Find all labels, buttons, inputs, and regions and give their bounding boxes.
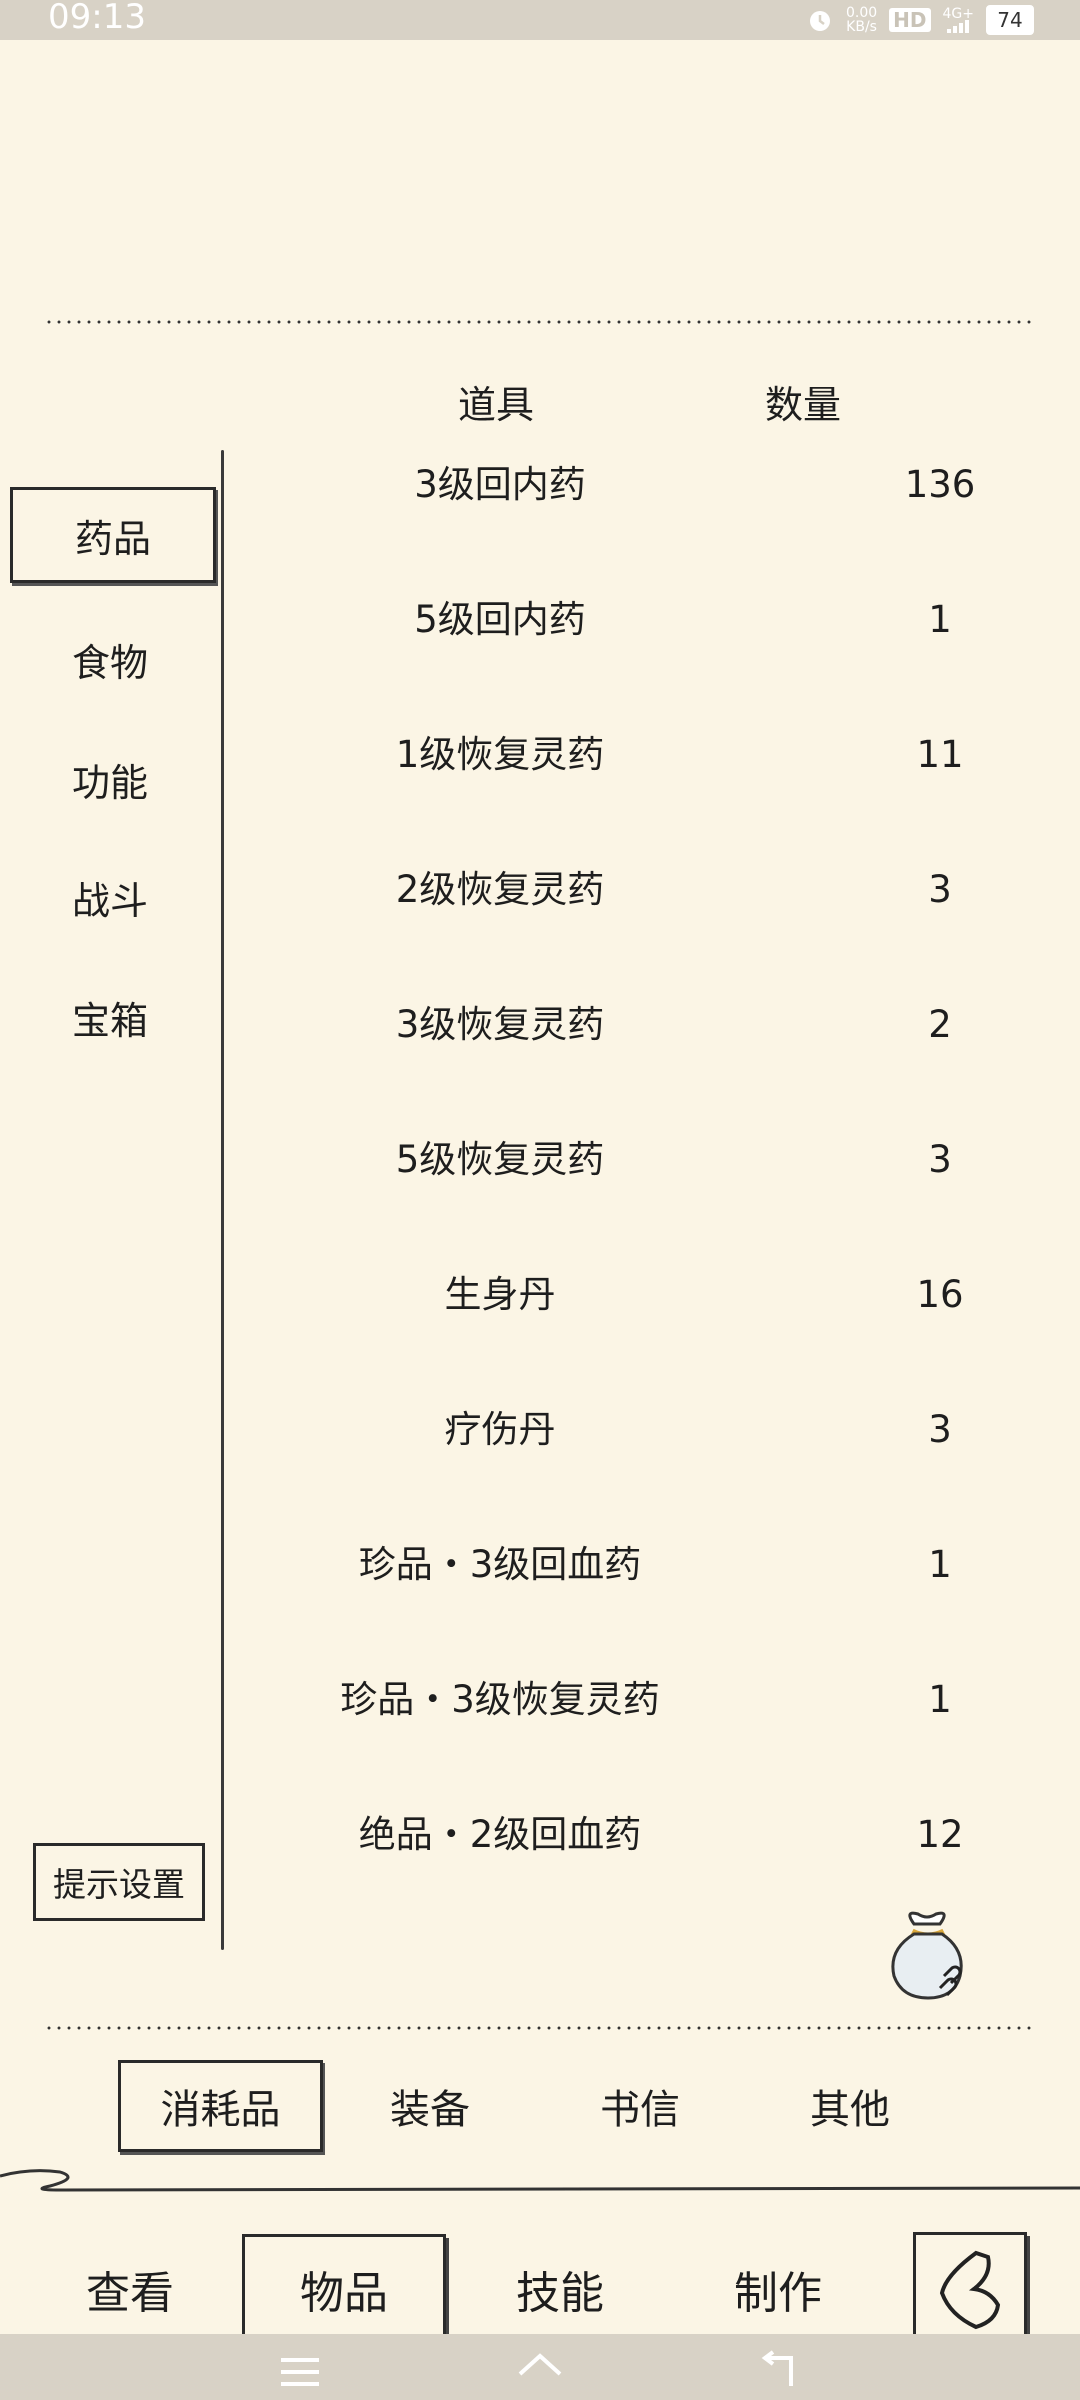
back-button[interactable] (913, 2232, 1027, 2346)
signal-indicator: 4G+ (942, 5, 975, 33)
menu-icon (281, 2358, 319, 2386)
item-quantity: 136 (904, 463, 976, 506)
item-row[interactable]: 珍品・3级恢复灵药 1 (240, 1660, 1060, 1740)
item-row[interactable]: 生身丹 16 (240, 1255, 1060, 1335)
item-name: 绝品・2级回血药 (358, 1813, 642, 1856)
item-row[interactable]: 1级恢复灵药 11 (240, 715, 1060, 795)
tab-view[interactable]: 查看 (40, 2234, 220, 2344)
tab-skills[interactable]: 技能 (470, 2234, 650, 2344)
nav-back-button[interactable] (738, 2344, 818, 2400)
item-row[interactable]: 5级回内药 1 (240, 580, 1060, 660)
item-row[interactable]: 绝品・2级回血药 12 (240, 1795, 1060, 1875)
item-quantity: 3 (928, 1408, 952, 1451)
column-header-quantity: 数量 (765, 383, 842, 427)
item-quantity: 1 (928, 1678, 952, 1721)
status-icons: 0.00 KB/s HD 4G+ 74 (806, 4, 1034, 36)
item-name: 1级恢复灵药 (395, 733, 605, 776)
item-quantity: 12 (916, 1813, 964, 1856)
system-nav-bar (0, 2334, 1080, 2400)
top-divider (44, 320, 1036, 324)
nav-menu-button[interactable] (260, 2344, 340, 2400)
category-function[interactable]: 功能 (10, 734, 210, 824)
net-speed: 0.00 KB/s (845, 5, 878, 35)
item-quantity: 2 (928, 1003, 952, 1046)
alarm-icon (809, 11, 830, 31)
tab-items[interactable]: 物品 (242, 2234, 446, 2344)
bottom-divider (44, 2026, 1036, 2030)
tab-equipment[interactable]: 装备 (340, 2060, 520, 2152)
category-food[interactable]: 食物 (10, 614, 210, 704)
item-quantity: 3 (928, 1138, 952, 1181)
item-row[interactable]: 疗伤丹 3 (240, 1390, 1060, 1470)
item-quantity: 1 (928, 1543, 952, 1586)
item-quantity: 16 (916, 1273, 964, 1316)
item-row[interactable]: 3级回内药 136 (240, 445, 1060, 525)
item-name: 2级恢复灵药 (395, 868, 605, 911)
tab-craft[interactable]: 制作 (688, 2234, 868, 2344)
nav-home-button[interactable] (500, 2344, 580, 2400)
item-quantity: 11 (916, 733, 964, 776)
hint-settings-button[interactable]: 提示设置 (33, 1843, 205, 1921)
home-icon (518, 2353, 562, 2376)
item-bag-icon[interactable] (884, 1910, 970, 2006)
back-arrow-icon (939, 2250, 1001, 2330)
category-battle[interactable]: 战斗 (10, 852, 210, 942)
item-row[interactable]: 2级恢复灵药 3 (240, 850, 1060, 930)
battery-icon: 74 (986, 5, 1034, 35)
hd-badge: HD (889, 8, 931, 32)
item-name: 5级恢复灵药 (395, 1138, 605, 1181)
network-type: 4G+ (942, 5, 975, 22)
item-row[interactable]: 珍品・3级回血药 1 (240, 1525, 1060, 1605)
item-row[interactable]: 3级恢复灵药 2 (240, 985, 1060, 1065)
category-chest[interactable]: 宝箱 (10, 972, 210, 1062)
tab-consumables[interactable]: 消耗品 (118, 2060, 323, 2152)
tab-others[interactable]: 其他 (760, 2060, 940, 2152)
item-name: 疗伤丹 (444, 1408, 556, 1451)
item-name: 珍品・3级回血药 (358, 1543, 642, 1586)
item-quantity: 1 (928, 598, 952, 641)
back-icon (761, 2350, 793, 2386)
signal-bars-icon (947, 19, 970, 33)
item-name: 3级恢复灵药 (395, 1003, 605, 1046)
status-time: 09:13 (48, 0, 146, 37)
item-name: 3级回内药 (414, 463, 586, 506)
brush-divider (0, 2169, 1080, 2192)
item-name: 生身丹 (444, 1273, 556, 1316)
item-name: 珍品・3级恢复灵药 (340, 1678, 660, 1721)
item-quantity: 3 (928, 868, 952, 911)
item-row[interactable]: 5级恢复灵药 3 (240, 1120, 1060, 1200)
column-header-item: 道具 (458, 383, 535, 427)
tab-letters[interactable]: 书信 (550, 2060, 730, 2152)
item-name: 5级回内药 (414, 598, 586, 641)
status-bar: 09:13 0.00 KB/s HD 4G+ 74 (0, 0, 1080, 40)
sidebar-divider (221, 450, 224, 1950)
category-medicine[interactable]: 药品 (10, 487, 216, 583)
